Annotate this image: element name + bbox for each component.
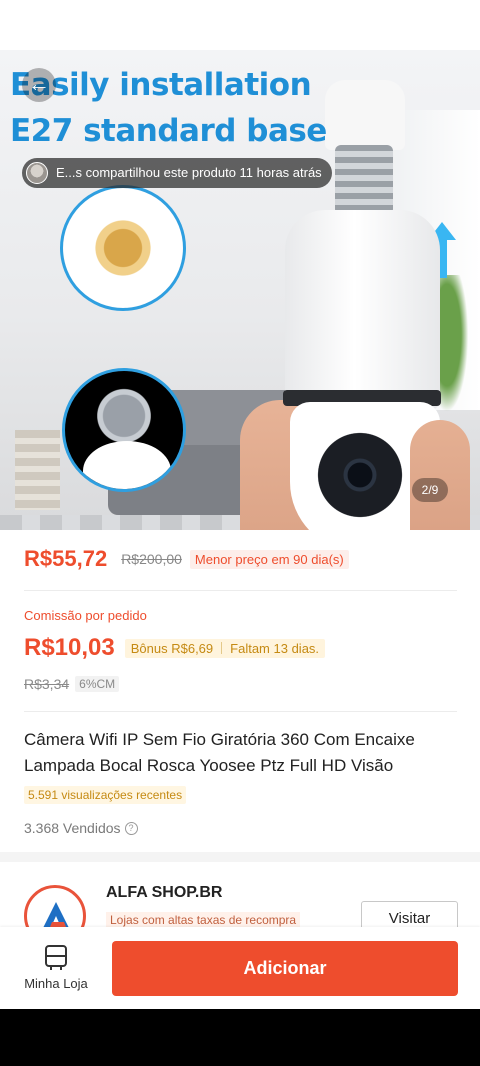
commission-row: R$10,03 Bônus R$6,69 Faltam 13 dias. xyxy=(24,634,326,662)
current-price: R$55,72 xyxy=(24,546,108,571)
commission-label: Comissão por pedido xyxy=(24,608,147,623)
bonus-badge: Bônus R$6,69 Faltam 13 dias. xyxy=(124,638,326,658)
system-navigation-bar xyxy=(0,1009,480,1066)
shop-name[interactable]: ALFA SHOP.BR xyxy=(106,884,222,902)
commission-rate-row: R$3,34 6%CM xyxy=(24,676,120,692)
commission-value: R$10,03 xyxy=(24,634,115,661)
price-row: R$55,72 R$200,00 Menor preço em 90 dia(s… xyxy=(24,546,349,572)
bulb-base-closeup-image xyxy=(62,368,186,492)
help-circle-icon[interactable]: ? xyxy=(124,821,138,835)
lowest-price-badge: Menor preço em 90 dia(s) xyxy=(189,549,349,569)
product-image-carousel[interactable]: Easily installation E27 standard base xyxy=(0,50,480,530)
sold-count-text: 3.368 Vendidos xyxy=(24,820,121,836)
product-title: Câmera Wifi IP Sem Fio Giratória 360 Com… xyxy=(24,730,415,775)
avatar xyxy=(26,162,48,184)
product-page: Easily installation E27 standard base ← … xyxy=(0,0,480,1066)
bonus-separator xyxy=(221,642,223,654)
bulb-thread xyxy=(335,145,393,215)
old-commission: R$3,34 xyxy=(24,676,70,692)
back-arrow-icon[interactable]: ← xyxy=(22,68,56,102)
socket-closeup-image xyxy=(60,185,186,311)
shop-tag: Lojas com altas taxas de recompra xyxy=(106,912,301,928)
original-price: R$200,00 xyxy=(121,551,182,567)
commission-rate: 6%CM xyxy=(75,676,120,692)
my-store-button[interactable]: Minha Loja xyxy=(14,940,98,998)
section-separator xyxy=(0,852,480,862)
image-headline: Easily installation E27 standard base xyxy=(10,62,327,154)
image-page-indicator: 2/9 xyxy=(412,478,448,502)
share-notification-text: E...s compartilhou este produto 11 horas… xyxy=(56,165,322,180)
sold-count: 3.368 Vendidos ? xyxy=(24,820,138,836)
bonus-text: Bônus R$6,69 xyxy=(130,640,214,656)
bulb-top xyxy=(325,80,405,150)
bonus-remaining: Faltam 13 dias. xyxy=(230,640,320,656)
background-shelf xyxy=(15,430,60,510)
hand-right xyxy=(410,420,470,530)
share-notification: E...s compartilhou este produto 11 horas… xyxy=(22,158,332,188)
headline-line-1: Easily installation xyxy=(10,67,312,103)
camera-lens xyxy=(310,430,410,520)
divider xyxy=(24,590,457,591)
store-icon xyxy=(45,945,67,970)
add-button[interactable]: Adicionar xyxy=(112,941,458,996)
headline-line-2: E27 standard base xyxy=(10,113,327,149)
bulb-body xyxy=(285,210,440,410)
views-badge: 5.591 visualizações recentes xyxy=(24,786,187,804)
my-store-label: Minha Loja xyxy=(24,976,88,991)
divider xyxy=(24,711,457,712)
